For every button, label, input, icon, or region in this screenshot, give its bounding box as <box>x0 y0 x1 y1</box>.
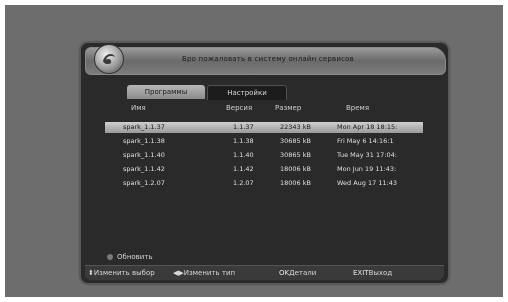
row-size: 30865 kB <box>280 151 311 159</box>
row-size: 30685 kB <box>280 137 311 145</box>
exit-label: Выход <box>368 269 393 277</box>
row-version: 1.1.37 <box>233 123 254 131</box>
row-size: 22343 kB <box>280 123 311 131</box>
column-header-size: Размер <box>275 104 302 112</box>
row-time: Fri May 6 14:16:1 <box>337 137 394 145</box>
panel-header: Бро пожаловать в систему онлайн сервисов <box>85 44 446 75</box>
change-selection-hint[interactable]: ⬍Изменить выбор <box>88 269 155 277</box>
details-hint[interactable]: OKДетали <box>279 269 316 277</box>
row-version: 1.1.38 <box>233 137 254 145</box>
table-row[interactable]: spark_1.1.38 1.1.38 30685 kB Fri May 6 1… <box>105 136 423 147</box>
tab-settings[interactable]: Настройки <box>207 85 287 100</box>
footer-hint-bar: ⬍Изменить выбор ◀▶Изменить тип OKДетали … <box>85 265 444 280</box>
ok-key-label: OK <box>279 269 290 277</box>
header-title: Бро пожаловать в систему онлайн сервисов <box>182 55 354 63</box>
column-header-time: Время <box>346 104 370 112</box>
exit-hint[interactable]: EXITВыход <box>353 269 392 277</box>
change-type-label: Изменить тип <box>183 269 236 277</box>
table-row[interactable]: spark_1.1.42 1.1.42 18006 kB Mon Jun 19 … <box>105 164 423 175</box>
spark-logo-icon <box>94 44 124 74</box>
left-right-arrows-icon: ◀▶ <box>173 269 184 277</box>
online-services-panel: Бро пожаловать в систему онлайн сервисов… <box>80 42 449 284</box>
table-row[interactable]: spark_1.1.40 1.1.40 30865 kB Tue May 31 … <box>105 150 423 161</box>
tv-screen: Бро пожаловать в систему онлайн сервисов… <box>5 5 503 297</box>
row-size: 18006 kB <box>280 165 311 173</box>
column-header-name: Имя <box>131 104 146 112</box>
row-name: spark_1.1.38 <box>123 137 165 145</box>
row-name: spark_1.1.40 <box>123 151 165 159</box>
table-row[interactable]: spark_1.2.07 1.2.07 18006 kB Wed Aug 17 … <box>105 178 423 189</box>
row-version: 1.2.07 <box>233 179 254 187</box>
change-selection-label: Изменить выбор <box>93 269 155 277</box>
row-version: 1.1.42 <box>233 165 254 173</box>
row-version: 1.1.40 <box>233 151 254 159</box>
row-size: 18006 kB <box>280 179 311 187</box>
row-time: Mon Apr 18 18:15: <box>337 123 398 131</box>
details-label: Детали <box>289 269 317 277</box>
row-time: Mon Jun 19 11:43: <box>337 165 397 173</box>
tab-programs[interactable]: Программы <box>127 85 205 99</box>
refresh-button[interactable]: Обновить <box>107 253 153 261</box>
exit-key-label: EXIT <box>353 269 369 277</box>
refresh-label: Обновить <box>117 253 153 261</box>
table-row[interactable]: spark_1.1.37 1.1.37 22343 kB Mon Apr 18 … <box>105 122 423 133</box>
row-time: Wed Aug 17 11:43 <box>337 179 398 187</box>
row-name: spark_1.1.42 <box>123 165 165 173</box>
red-key-icon <box>107 254 113 260</box>
column-header-version: Версия <box>226 104 253 112</box>
change-type-hint[interactable]: ◀▶Изменить тип <box>173 269 235 277</box>
row-name: spark_1.2.07 <box>123 179 165 187</box>
row-time: Tue May 31 17:04: <box>337 151 397 159</box>
row-name: spark_1.1.37 <box>123 123 165 131</box>
